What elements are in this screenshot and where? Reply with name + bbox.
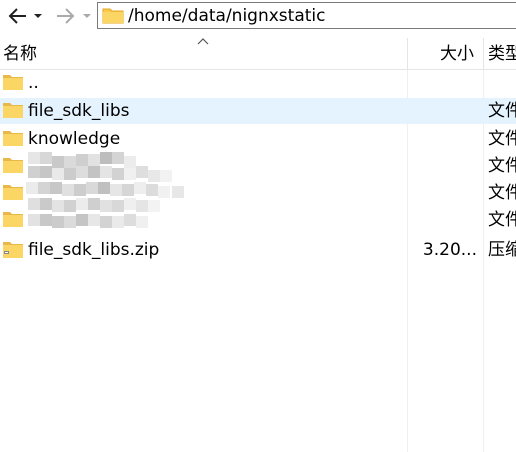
- file-size: 3.20...: [422, 240, 477, 260]
- zip-icon: [3, 242, 23, 258]
- folder-icon: [3, 75, 23, 90]
- back-button[interactable]: [6, 4, 30, 28]
- arrow-left-icon: [8, 8, 26, 24]
- address-bar[interactable]: /home/data/nignxstatic: [97, 2, 516, 29]
- list-item[interactable]: file_sdk_libs.zip 3.20... 压缩: [0, 237, 516, 263]
- address-path: /home/data/nignxstatic: [128, 6, 326, 26]
- column-header-type[interactable]: 类型: [488, 42, 516, 66]
- list-item[interactable]: ..: [0, 70, 516, 96]
- file-name: file_sdk_libs: [28, 101, 130, 121]
- file-type: 文件: [488, 129, 516, 149]
- list-item[interactable]: knowledge 文件: [0, 126, 516, 152]
- history-dropdown-button[interactable]: [31, 4, 45, 28]
- arrow-right-icon: [57, 8, 75, 24]
- folder-icon: [102, 8, 124, 24]
- chevron-down-icon: [34, 14, 42, 18]
- column-divider[interactable]: [483, 38, 484, 69]
- column-header: 名称 大小 类型: [0, 38, 516, 70]
- file-type: 文件: [488, 183, 516, 203]
- file-name: knowledge: [28, 129, 121, 149]
- redacted-names-mosaic: [18, 152, 188, 234]
- file-name: ..: [28, 73, 39, 93]
- toolbar: /home/data/nignxstatic: [0, 0, 516, 33]
- list-item[interactable]: file_sdk_libs 文件: [0, 98, 516, 124]
- file-type: 压缩: [488, 240, 516, 260]
- file-type: 文件: [488, 101, 516, 121]
- forward-dropdown-button[interactable]: [80, 4, 94, 28]
- file-type: 文件: [488, 156, 516, 176]
- file-type: 文件: [488, 210, 516, 230]
- column-divider[interactable]: [407, 38, 408, 69]
- file-name: file_sdk_libs.zip: [28, 240, 160, 260]
- sort-ascending-icon: [197, 38, 209, 45]
- folder-icon: [3, 103, 23, 118]
- column-header-size[interactable]: 大小: [440, 42, 474, 66]
- forward-button[interactable]: [53, 4, 77, 28]
- column-header-name[interactable]: 名称: [3, 42, 37, 66]
- folder-icon: [3, 131, 23, 146]
- chevron-down-icon: [83, 14, 91, 18]
